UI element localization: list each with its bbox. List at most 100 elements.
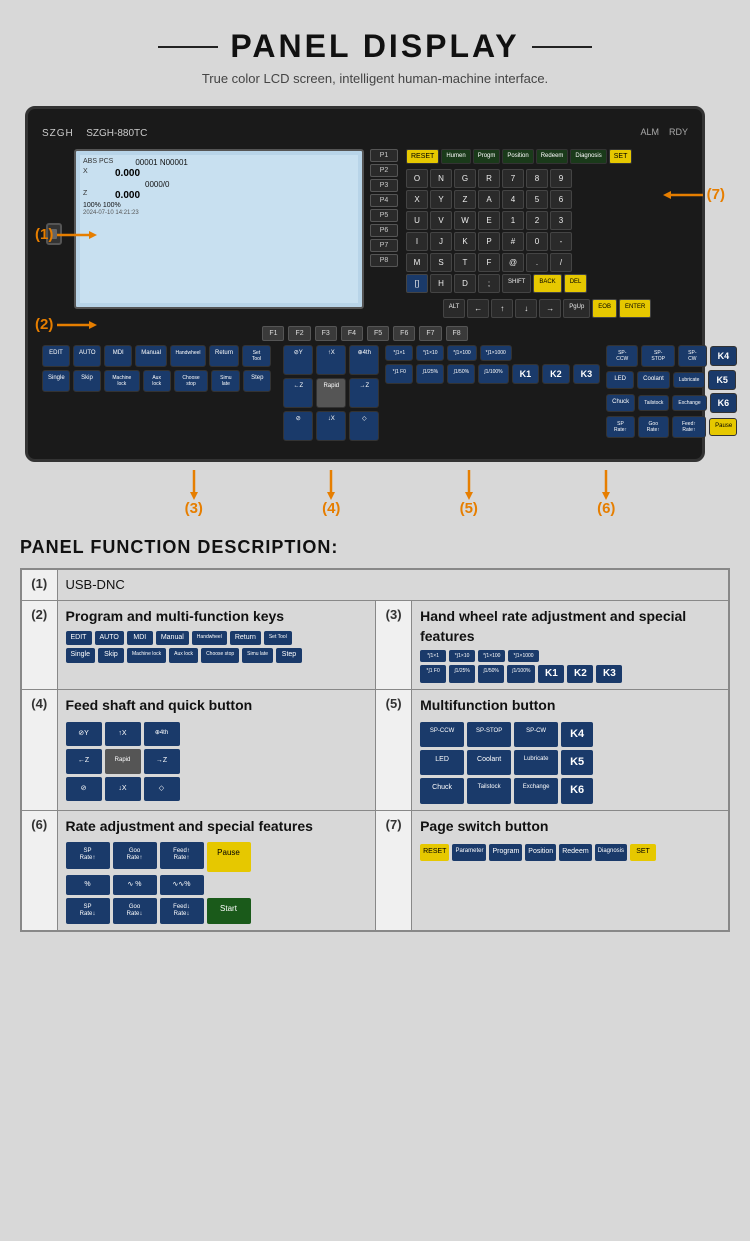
return-btn[interactable]: Return xyxy=(209,345,239,367)
mdi-mini[interactable]: MDI xyxy=(127,631,153,645)
diagnosis-key[interactable]: Diagnosis xyxy=(570,149,606,164)
exchange-mini[interactable]: Exchange xyxy=(514,778,558,803)
sp-rate-up-mini[interactable]: SPRate↑ xyxy=(66,842,110,868)
wave-mini[interactable]: ∿ % xyxy=(113,875,157,895)
diagnosis-page-btn[interactable]: Diagnosis xyxy=(595,844,627,860)
key-N[interactable]: N xyxy=(430,169,452,188)
skip-btn[interactable]: Skip xyxy=(73,370,101,392)
single-mini[interactable]: Single xyxy=(66,648,95,662)
sp-stop-mini[interactable]: SP-STOP xyxy=(467,722,511,747)
key-7[interactable]: 7 xyxy=(502,169,524,188)
start-mini[interactable]: Start xyxy=(207,898,251,924)
auxlock-mini[interactable]: Aux lock xyxy=(169,648,198,662)
hw-100pct[interactable]: ∫1/100% xyxy=(478,364,508,384)
sp-stop-btn[interactable]: SP-STOP xyxy=(641,345,675,367)
feed-rate-dn-mini[interactable]: Feed↓Rate↓ xyxy=(160,898,204,924)
key-D[interactable]: D xyxy=(454,274,476,293)
goo-rate-up-btn[interactable]: Goo Rate↑ xyxy=(638,416,669,438)
key-eob[interactable]: EOB xyxy=(592,299,617,318)
key-slash[interactable]: / xyxy=(550,253,572,272)
hw-x1[interactable]: *∫1×1 xyxy=(385,345,413,361)
sp-rate-up-btn[interactable]: SP Rate↑ xyxy=(606,416,635,438)
led-btn[interactable]: LED xyxy=(606,371,634,388)
set-page-btn[interactable]: SET xyxy=(630,844,656,860)
pause-btn[interactable]: Pause xyxy=(709,418,737,435)
key-6[interactable]: 6 xyxy=(550,190,572,209)
key-back[interactable]: BACK xyxy=(533,274,561,293)
reset-page-btn[interactable]: RESET xyxy=(420,844,449,860)
hw-100-mini[interactable]: ∫1/100% xyxy=(507,665,535,683)
hw-f0-mini[interactable]: *∫1 F0 xyxy=(420,665,446,683)
single-btn[interactable]: Single xyxy=(42,370,70,392)
key-V[interactable]: V xyxy=(430,211,452,230)
xd-mini[interactable]: ↓X xyxy=(105,777,141,801)
p4-button[interactable]: P4 xyxy=(370,194,398,207)
return-mini[interactable]: Return xyxy=(230,631,261,645)
x-down-btn[interactable]: ↓X xyxy=(316,411,346,441)
hw-x1000[interactable]: *∫1×1000 xyxy=(480,345,512,361)
f4-key[interactable]: F4 xyxy=(341,326,363,341)
redeem-key[interactable]: Redeem xyxy=(536,149,569,164)
key-R[interactable]: R xyxy=(478,169,500,188)
f2-key[interactable]: F2 xyxy=(288,326,310,341)
key-K[interactable]: K xyxy=(454,232,476,251)
handwheel-btn[interactable]: Handwheel xyxy=(170,345,207,367)
sp-cw-btn[interactable]: SP-CW xyxy=(678,345,707,367)
key-1[interactable]: 1 xyxy=(502,211,524,230)
position-key[interactable]: Position xyxy=(502,149,533,164)
choosestop-btn[interactable]: Choose stop xyxy=(174,370,209,392)
k5-btn[interactable]: K5 xyxy=(708,370,736,390)
p7-button[interactable]: P7 xyxy=(370,239,398,252)
goo-rate-dn-mini[interactable]: GooRate↓ xyxy=(113,898,157,924)
hw-x100-mini[interactable]: *∫1×100 xyxy=(478,650,505,662)
parameter-page-btn[interactable]: Parameter xyxy=(452,844,486,860)
hw-25-mini[interactable]: ∫1/25% xyxy=(449,665,475,683)
tailstock-btn[interactable]: Tailstock xyxy=(638,395,669,411)
auto-btn[interactable]: AUTO xyxy=(73,345,101,367)
coolant-btn[interactable]: Coolant xyxy=(637,371,670,388)
sp-cw-mini[interactable]: SP-CW xyxy=(514,722,558,747)
key-F[interactable]: F xyxy=(478,253,500,272)
step-mini[interactable]: Step xyxy=(276,648,302,662)
4th-btn[interactable]: ⊕4th xyxy=(349,345,379,375)
lubricate-btn[interactable]: Lubricate xyxy=(673,372,706,388)
step-btn[interactable]: Step xyxy=(243,370,271,392)
p1-button[interactable]: P1 xyxy=(370,149,398,162)
choosestop-mini[interactable]: Choose stop xyxy=(201,648,239,662)
humen-key[interactable]: Humen xyxy=(441,149,470,164)
set-key[interactable]: SET xyxy=(609,149,633,164)
auxlock-btn[interactable]: Aux lock xyxy=(143,370,171,392)
key-Z[interactable]: Z xyxy=(454,190,476,209)
x-up-btn[interactable]: ↑X xyxy=(316,345,346,375)
tailstock-mini[interactable]: Tailstock xyxy=(467,778,511,803)
coolant-mini[interactable]: Coolant xyxy=(467,750,511,775)
k4-btn[interactable]: K4 xyxy=(710,346,738,366)
key-left[interactable]: ← xyxy=(467,299,489,318)
key-9[interactable]: 9 xyxy=(550,169,572,188)
progm-key[interactable]: Progm xyxy=(473,149,501,164)
key-E[interactable]: E xyxy=(478,211,500,230)
handwheel-mini[interactable]: Handwheel xyxy=(192,631,227,645)
key-right[interactable]: → xyxy=(539,299,561,318)
key-W[interactable]: W xyxy=(454,211,476,230)
diamond-mini[interactable]: ◇ xyxy=(144,777,180,801)
y-axis-btn[interactable]: ⊘Y xyxy=(283,345,313,375)
p6-button[interactable]: P6 xyxy=(370,224,398,237)
skip-mini[interactable]: Skip xyxy=(98,648,124,662)
key-A[interactable]: A xyxy=(478,190,500,209)
key-M[interactable]: M xyxy=(406,253,428,272)
hw-x100[interactable]: *∫1×100 xyxy=(447,345,476,361)
fy-mini[interactable]: ⊘Y xyxy=(66,722,102,746)
key-down[interactable]: ↓ xyxy=(515,299,537,318)
rapid-mini[interactable]: Rapid xyxy=(105,749,141,773)
key-T[interactable]: T xyxy=(454,253,476,272)
key-4[interactable]: 4 xyxy=(502,190,524,209)
z-right-btn[interactable]: →Z xyxy=(349,378,379,408)
led-mini[interactable]: LED xyxy=(420,750,464,775)
position-page-btn[interactable]: Position xyxy=(525,844,556,860)
hw-25pct[interactable]: ∫1/25% xyxy=(416,364,444,384)
exchange-btn[interactable]: Exchange xyxy=(672,395,706,411)
key-O[interactable]: O xyxy=(406,169,428,188)
manual-mini[interactable]: Manual xyxy=(156,631,189,645)
mdi-btn[interactable]: MDI xyxy=(104,345,132,367)
